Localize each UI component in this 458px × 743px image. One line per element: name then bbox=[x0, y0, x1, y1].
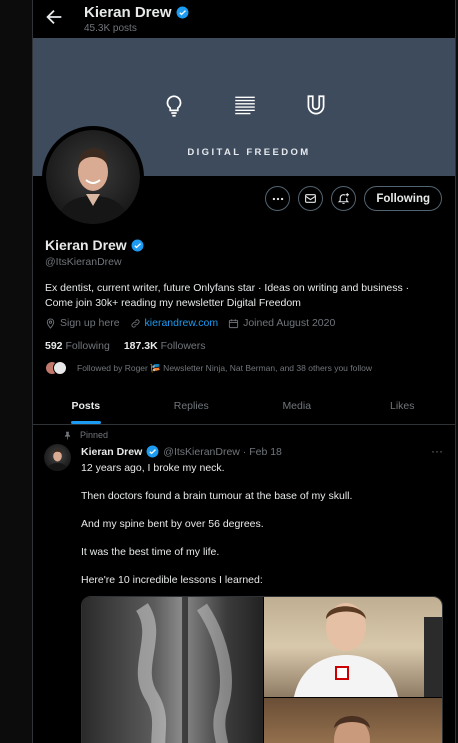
bell-plus-icon bbox=[338, 193, 350, 204]
post-avatar[interactable] bbox=[44, 444, 71, 471]
header-name: Kieran Drew bbox=[84, 4, 172, 21]
app-frame: Kieran Drew 45.3K posts DIGITAL FREEDOM bbox=[0, 0, 458, 743]
magnet-icon bbox=[307, 95, 325, 115]
post-text: 12 years ago, I broke my neck. Then doct… bbox=[81, 461, 441, 601]
media-photo-1[interactable] bbox=[264, 597, 442, 697]
followed-by-text: Followed by Roger 🎏 Newsletter Ninja, Na… bbox=[77, 362, 372, 373]
follower-avatar bbox=[53, 361, 67, 375]
person-photo-2-graphic bbox=[334, 716, 370, 743]
calendar-icon bbox=[228, 318, 239, 328]
pinned-label: Pinned bbox=[80, 430, 109, 440]
banner-icons bbox=[33, 93, 455, 119]
following-label: Following bbox=[65, 340, 110, 352]
document-lines-icon bbox=[235, 96, 255, 115]
website-link[interactable]: kierandrew.com bbox=[145, 317, 219, 329]
followers-label: Followers bbox=[160, 340, 206, 352]
followers-number: 187.3K bbox=[123, 340, 158, 352]
following-button[interactable]: Following bbox=[364, 186, 442, 211]
header-post-count: 45.3K posts bbox=[84, 23, 137, 34]
following-count[interactable]: 592 Following bbox=[45, 340, 110, 352]
bio-line-1: Ex dentist, current writer, future Onlyf… bbox=[45, 282, 410, 294]
post-line: Here're 10 incredible lessons I learned: bbox=[81, 574, 263, 586]
joined-item: Joined August 2020 bbox=[228, 317, 335, 329]
pinned-indicator: Pinned bbox=[63, 430, 108, 440]
followed-by[interactable]: Followed by Roger 🎏 Newsletter Ninja, Na… bbox=[45, 361, 372, 375]
media-photo-2[interactable] bbox=[264, 698, 442, 743]
post-header: Kieran Drew @ItsKieranDrew · Feb 18 bbox=[81, 445, 282, 458]
profile-meta: Sign up here kierandrew.com Joined Augus… bbox=[45, 317, 335, 329]
post-handle-date[interactable]: @ItsKieranDrew · Feb 18 bbox=[163, 446, 282, 458]
post-media[interactable] bbox=[81, 596, 443, 743]
post-line: It was the best time of my life. bbox=[81, 546, 220, 558]
post-line: Then doctors found a brain tumour at the… bbox=[81, 490, 353, 502]
post-line: And my spine bent by over 56 degrees. bbox=[81, 518, 264, 530]
back-arrow-icon[interactable] bbox=[43, 6, 65, 28]
pin-icon bbox=[64, 431, 71, 440]
profile-handle: @ItsKieranDrew bbox=[45, 256, 122, 268]
more-dots-icon bbox=[272, 197, 284, 200]
location-item: Sign up here bbox=[45, 317, 120, 329]
profile-name-text: Kieran Drew bbox=[45, 237, 127, 253]
avatar-photo bbox=[46, 130, 140, 224]
notifications-button[interactable] bbox=[331, 186, 357, 211]
profile-name: Kieran Drew bbox=[45, 237, 144, 253]
post-author[interactable]: Kieran Drew bbox=[81, 446, 142, 458]
more-options-button[interactable] bbox=[265, 186, 291, 211]
bio-line-2: Come join 30k+ reading my newsletter Dig… bbox=[45, 297, 301, 309]
lightbulb-icon bbox=[166, 95, 182, 117]
envelope-icon bbox=[305, 194, 317, 203]
post-more-icon[interactable]: ··· bbox=[431, 444, 443, 458]
verified-badge-icon[interactable] bbox=[131, 239, 144, 252]
following-number: 592 bbox=[45, 340, 63, 352]
avatar-figure-icon bbox=[56, 148, 130, 224]
tab-posts[interactable]: Posts bbox=[33, 387, 139, 424]
follower-avatars bbox=[45, 361, 71, 375]
location-pin-icon bbox=[46, 317, 55, 329]
person-photo-graphic bbox=[294, 603, 442, 697]
tab-media[interactable]: Media bbox=[244, 387, 350, 424]
website-item[interactable]: kierandrew.com bbox=[130, 317, 219, 329]
media-xray-image[interactable] bbox=[82, 597, 263, 743]
profile-actions: Following bbox=[265, 186, 442, 211]
joined-text: Joined August 2020 bbox=[243, 317, 336, 329]
tab-likes[interactable]: Likes bbox=[350, 387, 456, 424]
post-avatar-figure-icon bbox=[46, 449, 69, 471]
follow-counts: 592 Following 187.3K Followers bbox=[45, 340, 206, 352]
profile-bio: Ex dentist, current writer, future Onlyf… bbox=[45, 281, 445, 311]
profile-tabs: Posts Replies Media Likes bbox=[33, 387, 455, 425]
location-text: Sign up here bbox=[60, 317, 120, 329]
post-line: 12 years ago, I broke my neck. bbox=[81, 462, 225, 474]
followers-count[interactable]: 187.3K Followers bbox=[124, 340, 206, 352]
verified-badge-icon bbox=[146, 445, 159, 458]
tab-replies[interactable]: Replies bbox=[139, 387, 245, 424]
link-icon bbox=[131, 318, 140, 328]
header-title: Kieran Drew bbox=[84, 4, 189, 21]
top-bar: Kieran Drew 45.3K posts bbox=[33, 0, 455, 38]
profile-avatar[interactable] bbox=[42, 126, 144, 228]
profile-column: Kieran Drew 45.3K posts DIGITAL FREEDOM bbox=[32, 0, 456, 743]
message-button[interactable] bbox=[298, 186, 324, 211]
spine-xray-graphic bbox=[135, 597, 232, 743]
verified-badge-icon bbox=[176, 6, 189, 19]
